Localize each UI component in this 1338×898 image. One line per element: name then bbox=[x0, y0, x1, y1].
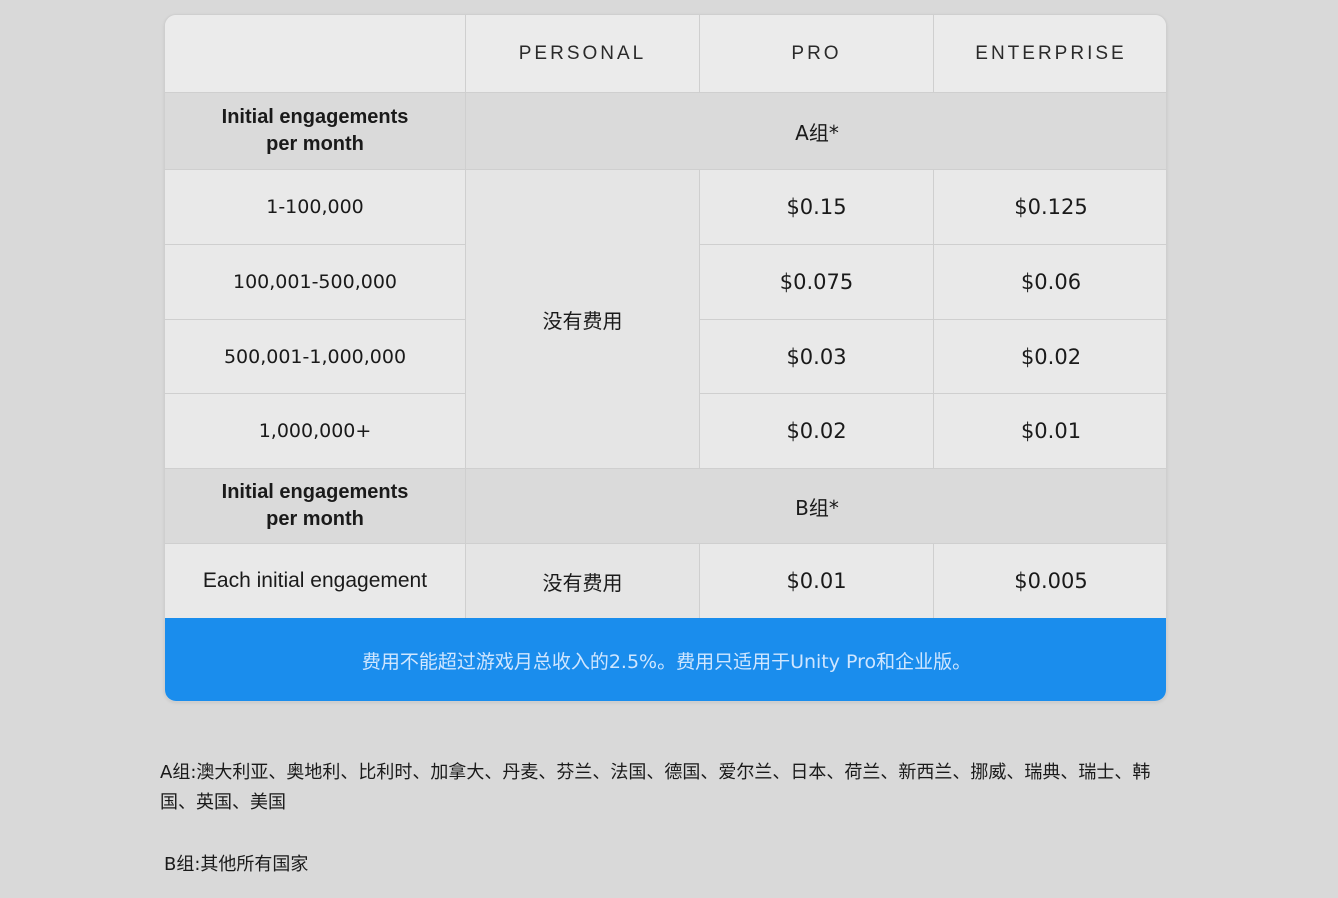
group-a-label: Initial engagements per month bbox=[165, 93, 466, 170]
group-b-countries-note: B组:其他所有国家 bbox=[164, 854, 309, 875]
header-corner bbox=[165, 15, 466, 93]
group-a-range-1: 1-100,000 bbox=[165, 170, 466, 245]
header-pro: PRO bbox=[700, 15, 934, 93]
group-a-enterprise-4: $0.01 bbox=[934, 394, 1166, 469]
fee-cap-text: 费用不能超过游戏月总收入的2.5%。费用只适用于Unity Pro和企业版。 bbox=[361, 651, 972, 673]
pricing-table: PERSONAL PRO ENTERPRISE Initial engageme… bbox=[165, 15, 1166, 618]
group-b-title: B组* bbox=[466, 469, 1166, 544]
group-b-enterprise: $0.005 bbox=[934, 544, 1166, 618]
group-a-enterprise-1: $0.125 bbox=[934, 170, 1166, 245]
group-a-range-2: 100,001-500,000 bbox=[165, 245, 466, 320]
group-b-personal-fee: 没有费用 bbox=[466, 544, 700, 618]
group-b-pro: $0.01 bbox=[700, 544, 934, 618]
group-b-range: Each initial engagement bbox=[165, 544, 466, 618]
group-a-enterprise-2: $0.06 bbox=[934, 245, 1166, 320]
group-b-label: Initial engagements per month bbox=[165, 469, 466, 544]
group-a-countries-note: A组:澳大利亚、奥地利、比利时、加拿大、丹麦、芬兰、法国、德国、爱尔兰、日本、荷… bbox=[160, 762, 1151, 813]
group-a-pro-4: $0.02 bbox=[700, 394, 934, 469]
header-enterprise: ENTERPRISE bbox=[934, 15, 1166, 93]
group-a-range-4: 1,000,000+ bbox=[165, 394, 466, 469]
header-personal: PERSONAL bbox=[466, 15, 700, 93]
group-a-pro-2: $0.075 bbox=[700, 245, 934, 320]
pricing-table-card: PERSONAL PRO ENTERPRISE Initial engageme… bbox=[164, 14, 1167, 702]
fee-cap-banner: 费用不能超过游戏月总收入的2.5%。费用只适用于Unity Pro和企业版。 bbox=[165, 618, 1166, 701]
group-a-pro-3: $0.03 bbox=[700, 320, 934, 394]
group-a-title: A组* bbox=[466, 93, 1166, 170]
group-a-pro-1: $0.15 bbox=[700, 170, 934, 245]
group-a-enterprise-3: $0.02 bbox=[934, 320, 1166, 394]
group-a-personal-fee: 没有费用 bbox=[466, 170, 700, 469]
group-a-range-3: 500,001-1,000,000 bbox=[165, 320, 466, 394]
